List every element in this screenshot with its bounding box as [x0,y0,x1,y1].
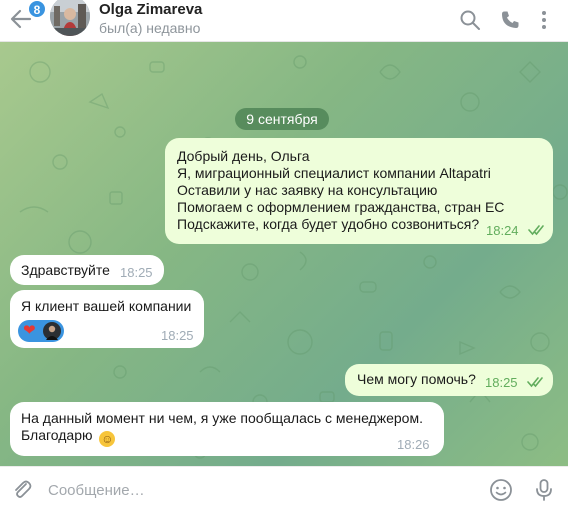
message-text: Я клиент вашей компании [21,298,192,314]
phone-icon[interactable] [498,8,522,32]
avatar[interactable] [50,0,90,36]
message-time: 18:24 [486,223,519,238]
reactor-avatar [43,322,61,340]
attach-icon[interactable] [9,477,35,503]
more-vertical-icon[interactable] [532,8,556,32]
message-input[interactable]: Сообщение… [48,482,145,499]
last-seen-status: был(а) недавно [99,20,201,36]
contact-name[interactable]: Olga Zimareva [99,1,202,18]
emoji-icon[interactable] [488,477,514,503]
microphone-icon[interactable] [531,477,557,503]
heart-reaction-icon: ❤ [23,322,36,339]
read-checkmarks-icon [527,377,543,388]
message-time: 18:25 [161,328,194,343]
message-incoming[interactable]: На данный момент ни чем, я уже пообщалас… [10,402,444,456]
search-icon[interactable] [458,8,482,32]
message-outgoing[interactable]: Добрый день, Ольга Я, миграционный специ… [165,138,553,244]
message-text: Чем могу помочь? [357,371,476,387]
unread-count-badge: 8 [28,0,46,18]
chat-header: 8 Olga Zimareva был(а) недавно [0,0,568,42]
message-time: 18:25 [120,265,153,280]
message-time: 18:25 [485,375,518,390]
message-composer: Сообщение… [0,466,568,512]
message-text-line: Добрый день, Ольга [177,148,310,164]
message-text-line: Подскажите, когда будет удобно созвонить… [177,216,480,232]
chat-area[interactable]: 9 сентября Добрый день, Ольга Я, миграци… [0,42,568,466]
read-checkmarks-icon [528,225,544,236]
date-separator: 9 сентября [235,108,329,130]
relieved-face-emoji-icon: ☺ [99,431,116,447]
message-text-line: Я, миграционный специалист компании Alta… [177,165,491,181]
reaction-chip[interactable]: ❤ [18,320,64,342]
message-text-line: Благодарю [21,427,93,443]
message-text-line: На данный момент ни чем, я уже пообщалас… [21,410,423,426]
message-text: Здравствуйте [21,262,110,278]
message-text-line: Оставили у нас заявку на консультацию [177,182,438,198]
message-incoming[interactable]: Здравствуйте 18:25 [10,255,164,285]
message-time: 18:26 [397,437,430,452]
message-text-line: Помогаем с оформлением гражданства, стра… [177,199,505,215]
message-incoming[interactable]: Я клиент вашей компании ❤ 18:25 [10,290,204,348]
message-outgoing[interactable]: Чем могу помочь? 18:25 [345,364,553,396]
